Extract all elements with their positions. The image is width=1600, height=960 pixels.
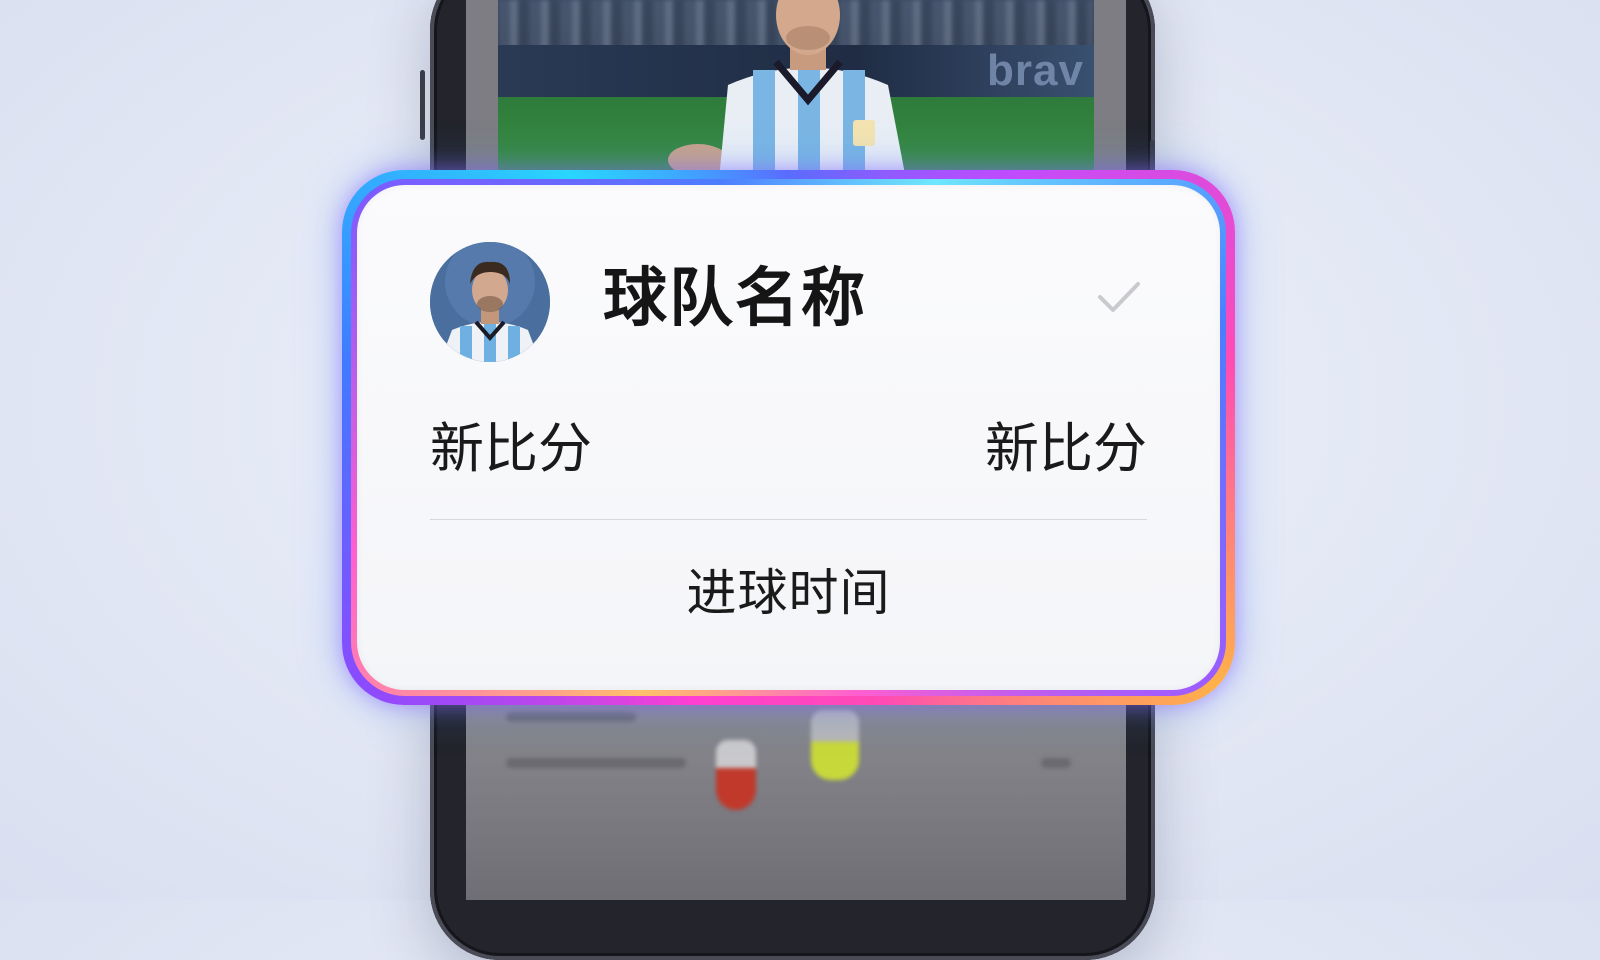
goal-time: 进球时间: [686, 564, 891, 622]
blurred-list-text: [506, 758, 686, 768]
player-boot-right: [811, 710, 859, 780]
avatar: [430, 242, 550, 362]
team-name: 球队名称: [603, 262, 867, 336]
player-figure: [668, 0, 906, 175]
glow-border: 球队名称 新比分 新比分 进球时间: [342, 170, 1235, 705]
score-left: 新比分: [430, 417, 592, 480]
phone-side-button: [420, 70, 425, 140]
player-boot-left: [716, 740, 756, 810]
glow-border-inner: 球队名称 新比分 新比分 进球时间: [351, 179, 1226, 696]
ad-board-text: brav: [987, 46, 1084, 95]
divider: [430, 519, 1147, 520]
avatar-image: [430, 242, 550, 362]
check-icon[interactable]: [1096, 279, 1142, 315]
hero-image: brav: [498, 0, 1094, 175]
blurred-list-text: [506, 712, 636, 722]
screen-list-area: [466, 700, 1126, 900]
score-right: 新比分: [985, 417, 1147, 480]
blurred-list-text: [1041, 758, 1071, 768]
score-update-card[interactable]: 球队名称 新比分 新比分 进球时间: [357, 185, 1220, 690]
